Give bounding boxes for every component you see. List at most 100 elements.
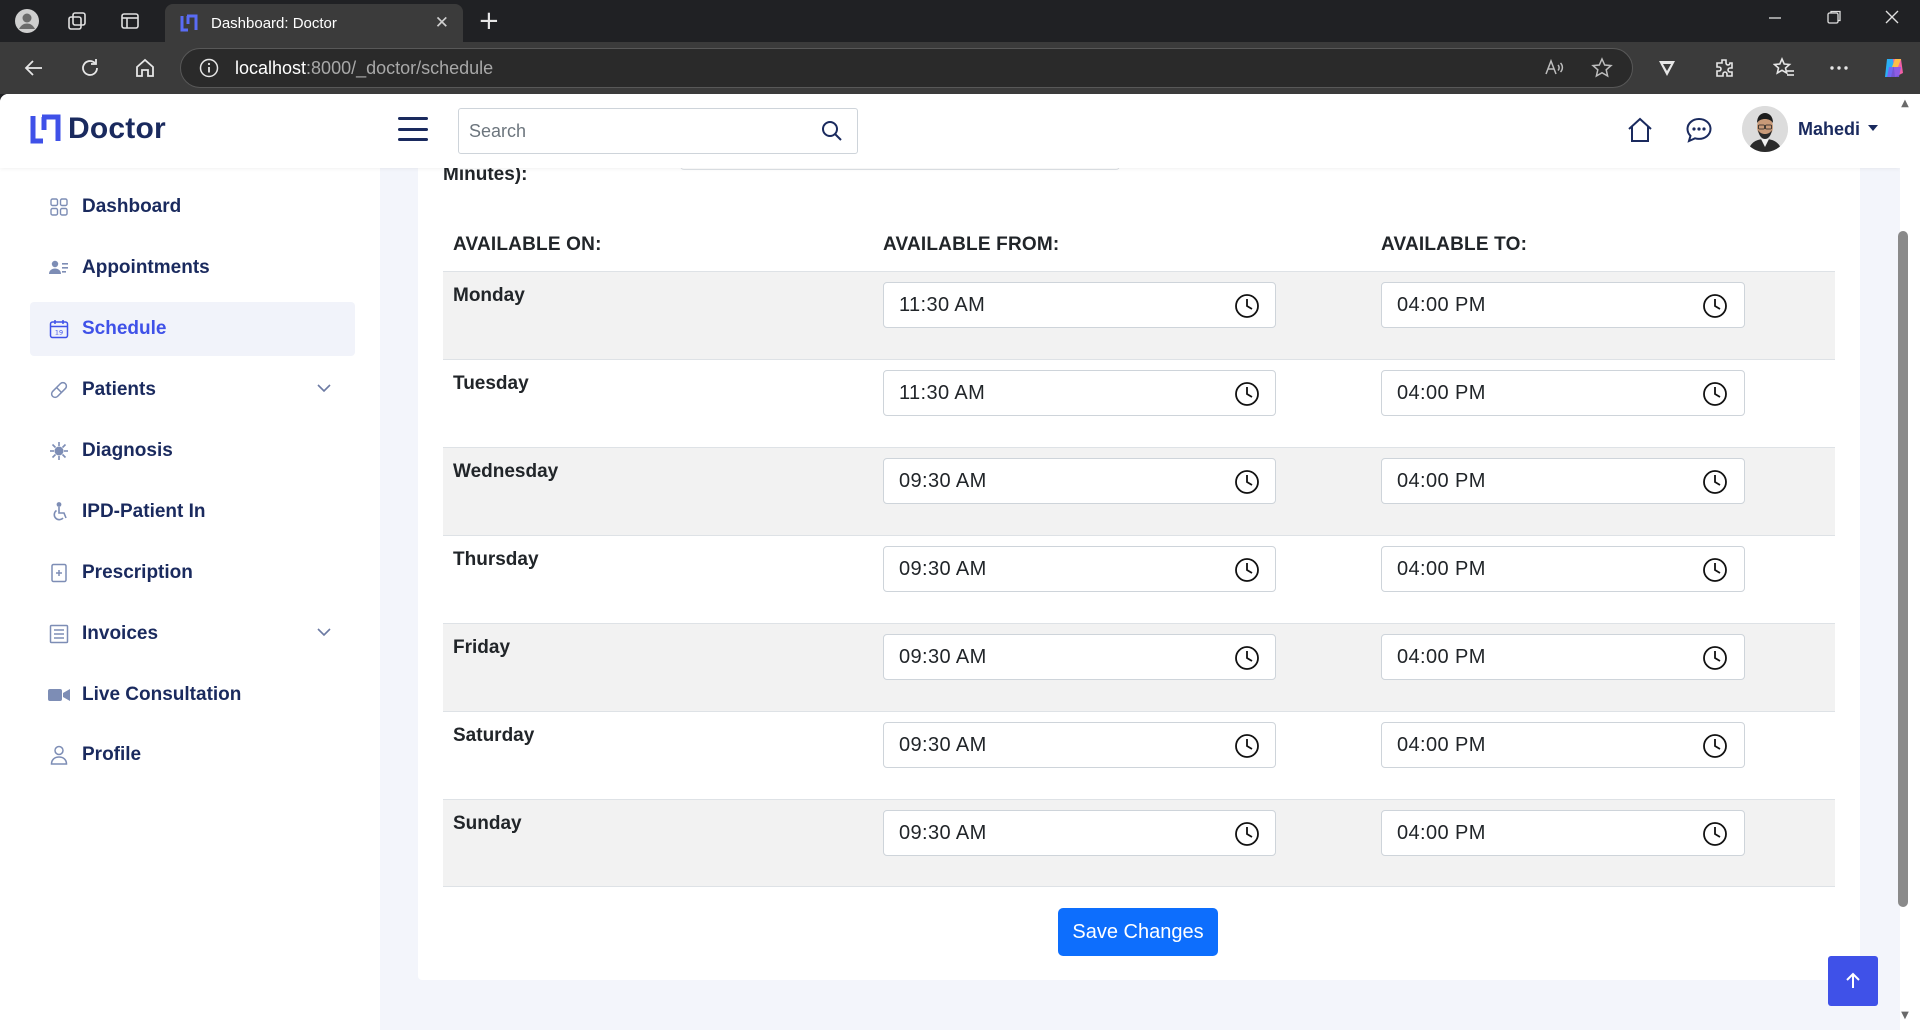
to-time-value: 04:00 PM: [1397, 293, 1486, 316]
tab-dashboard-doctor[interactable]: Dashboard: Doctor ✕: [165, 4, 463, 42]
clock-icon[interactable]: [1234, 733, 1260, 759]
close-tab-icon[interactable]: ✕: [435, 13, 449, 33]
home-browser-icon[interactable]: [131, 54, 159, 82]
clock-icon[interactable]: [1234, 645, 1260, 671]
header-available-from: AVAILABLE FROM:: [883, 234, 1060, 255]
avatar-image: [1742, 106, 1788, 152]
to-time-input[interactable]: 04:00 PM: [1381, 810, 1745, 856]
to-time-input[interactable]: 04:00 PM: [1381, 282, 1745, 328]
scrollbar-thumb[interactable]: [1898, 231, 1908, 907]
sidebar-item-ipd-patient-in[interactable]: IPD-Patient In: [30, 485, 355, 539]
restore-icon[interactable]: [1826, 9, 1842, 30]
extensions-icon[interactable]: [1710, 54, 1738, 82]
chevron-down-icon[interactable]: [315, 623, 333, 641]
minimize-icon[interactable]: [1767, 9, 1783, 30]
clock-icon[interactable]: [1702, 469, 1728, 495]
virus-icon: [48, 440, 70, 462]
from-time-input[interactable]: 09:30 AM: [883, 546, 1276, 592]
scroll-up-arrow-icon[interactable]: ▲: [1898, 98, 1912, 110]
clock-icon[interactable]: [1702, 821, 1728, 847]
scroll-down-arrow-icon[interactable]: ▼: [1898, 1010, 1912, 1022]
search-icon[interactable]: [821, 120, 843, 142]
more-menu-icon[interactable]: [1825, 54, 1853, 82]
from-time-input[interactable]: 11:30 AM: [883, 370, 1276, 416]
sidebar-item-appointments[interactable]: Appointments: [30, 241, 355, 295]
from-time-value: 11:30 AM: [899, 381, 986, 404]
to-time-input[interactable]: 04:00 PM: [1381, 546, 1745, 592]
favorite-star-icon[interactable]: [1588, 54, 1616, 82]
url-field[interactable]: localhost:8000/_doctor/schedule: [180, 48, 1633, 88]
top-header: Doctor Mahedi: [0, 94, 1900, 168]
logo-icon: [30, 114, 61, 144]
brand-logo[interactable]: Doctor: [30, 112, 166, 146]
from-time-input[interactable]: 09:30 AM: [883, 810, 1276, 856]
clock-icon[interactable]: [1702, 293, 1728, 319]
back-icon[interactable]: [20, 54, 48, 82]
home-icon[interactable]: [1623, 113, 1657, 147]
clock-icon[interactable]: [1234, 381, 1260, 407]
sidebar-item-profile[interactable]: Profile: [30, 728, 355, 782]
clock-icon[interactable]: [1702, 645, 1728, 671]
table-row: Friday 09:30 AM 04:00 PM: [443, 623, 1835, 711]
day-name: Monday: [453, 285, 525, 306]
sidebar-item-label: Schedule: [82, 318, 167, 339]
to-time-input[interactable]: 04:00 PM: [1381, 458, 1745, 504]
from-time-input[interactable]: 09:30 AM: [883, 634, 1276, 680]
chevron-down-icon[interactable]: [315, 379, 333, 397]
menu-toggle-icon[interactable]: [398, 117, 428, 141]
table-row: Tuesday 11:30 AM 04:00 PM: [443, 359, 1835, 447]
from-time-input[interactable]: 11:30 AM: [883, 282, 1276, 328]
clock-icon[interactable]: [1702, 557, 1728, 583]
workspaces-icon[interactable]: [64, 8, 90, 34]
to-time-input[interactable]: 04:00 PM: [1381, 722, 1745, 768]
from-time-value: 11:30 AM: [899, 293, 986, 316]
sidebar-item-label: Diagnosis: [82, 440, 173, 461]
clock-icon[interactable]: [1702, 733, 1728, 759]
from-time-input[interactable]: 09:30 AM: [883, 458, 1276, 504]
sidebar-item-prescription[interactable]: Prescription: [30, 546, 355, 600]
day-name: Tuesday: [453, 373, 529, 394]
invoice-icon: [48, 623, 70, 645]
copilot-icon[interactable]: [1880, 54, 1908, 82]
search-input[interactable]: [469, 120, 821, 142]
clock-icon[interactable]: [1234, 557, 1260, 583]
save-changes-button[interactable]: Save Changes: [1058, 908, 1218, 956]
clock-icon[interactable]: [1234, 293, 1260, 319]
svg-text:19: 19: [55, 329, 63, 337]
from-time-value: 09:30 AM: [899, 821, 987, 844]
to-time-input[interactable]: 04:00 PM: [1381, 634, 1745, 680]
vivaldi-extension-icon[interactable]: [1653, 54, 1681, 82]
clock-icon[interactable]: [1234, 469, 1260, 495]
sidebar-item-label: Prescription: [82, 562, 193, 583]
from-time-input[interactable]: 09:30 AM: [883, 722, 1276, 768]
avatar[interactable]: [1742, 106, 1788, 152]
prescription-icon: [48, 562, 70, 584]
chat-icon[interactable]: [1682, 113, 1716, 147]
to-time-value: 04:00 PM: [1397, 381, 1486, 404]
to-time-input[interactable]: 04:00 PM: [1381, 370, 1745, 416]
sidebar-item-label: IPD-Patient In: [82, 501, 206, 522]
close-window-icon[interactable]: [1884, 9, 1900, 30]
profile-icon[interactable]: [14, 8, 40, 34]
sidebar-item-live-consultation[interactable]: Live Consultation: [30, 668, 355, 722]
site-info-icon[interactable]: [199, 58, 219, 78]
address-bar: localhost:8000/_doctor/schedule: [0, 42, 1920, 94]
sidebar-item-dashboard[interactable]: Dashboard: [30, 180, 355, 234]
clock-icon[interactable]: [1702, 381, 1728, 407]
tab-actions-icon[interactable]: [117, 8, 143, 34]
sidebar-item-diagnosis[interactable]: Diagnosis: [30, 424, 355, 478]
favorites-icon[interactable]: [1770, 54, 1798, 82]
reload-icon[interactable]: [76, 54, 104, 82]
new-tab-button[interactable]: +: [478, 6, 500, 36]
read-aloud-icon[interactable]: [1540, 54, 1568, 82]
user-menu-caret-icon[interactable]: [1868, 125, 1878, 131]
clock-icon[interactable]: [1234, 821, 1260, 847]
scroll-to-top-button[interactable]: [1828, 956, 1878, 1006]
day-name: Thursday: [453, 549, 539, 570]
sidebar-item-patients[interactable]: Patients: [30, 363, 355, 417]
sidebar-item-label: Profile: [82, 744, 142, 765]
sidebar-item-schedule[interactable]: 19 Schedule: [30, 302, 355, 356]
user-name[interactable]: Mahedi: [1798, 119, 1860, 140]
favicon-icon: [180, 14, 198, 32]
sidebar-item-invoices[interactable]: Invoices: [30, 607, 355, 661]
